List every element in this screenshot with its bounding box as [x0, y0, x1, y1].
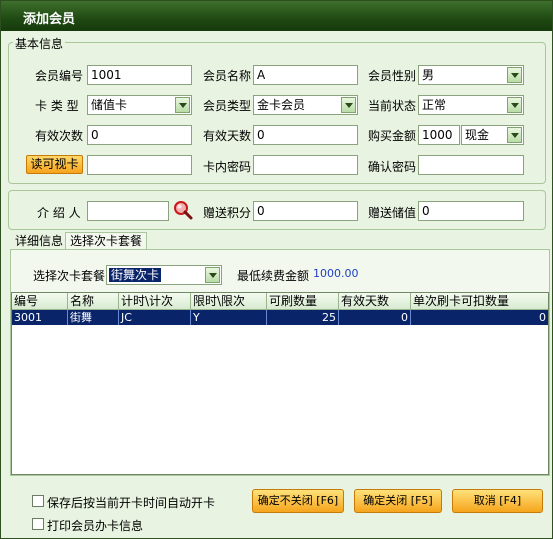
card-password-label: 卡内密码 — [203, 160, 252, 174]
col-header[interactable]: 单次刷卡可扣数量 — [411, 293, 548, 309]
valid-times-label: 有效次数 — [35, 129, 84, 143]
status-value: 正常 — [422, 98, 447, 112]
member-name-label: 会员名称 — [203, 69, 252, 83]
gift-points-input[interactable]: 0 — [253, 201, 358, 221]
purchase-amount-input[interactable]: 1000 — [418, 125, 460, 145]
package-grid[interactable]: 编号 名称 计时\计次 限时\限次 可刷数量 有效天数 单次刷卡可扣数量 300… — [11, 292, 549, 475]
status-select[interactable]: 正常 — [418, 95, 524, 115]
purchase-amount-label: 购买金额 — [368, 129, 417, 143]
col-header[interactable]: 限时\限次 — [191, 293, 267, 309]
grid-header: 编号 名称 计时\计次 限时\限次 可刷数量 有效天数 单次刷卡可扣数量 — [12, 293, 548, 310]
confirm-password-input[interactable] — [418, 155, 524, 175]
card-password-input[interactable] — [253, 155, 358, 175]
pay-method-select[interactable]: 现金 — [461, 125, 524, 145]
cell-name: 街舞 — [68, 310, 119, 325]
member-type-value: 金卡会员 — [257, 98, 306, 112]
cell-code: 3001 — [12, 310, 68, 325]
search-icon[interactable] — [173, 200, 193, 220]
card-type-value: 储值卡 — [91, 98, 128, 112]
add-member-window: 添加会员 基本信息 会员编号 1001 会员名称 A 会员性别 男 卡 类 型 … — [0, 0, 553, 539]
package-select[interactable]: 街舞次卡 — [106, 265, 222, 285]
col-header[interactable]: 名称 — [68, 293, 119, 309]
gender-value: 男 — [422, 68, 435, 82]
col-header[interactable]: 有效天数 — [339, 293, 411, 309]
card-type-label: 卡 类 型 — [35, 99, 79, 113]
gift-stored-input[interactable]: 0 — [418, 201, 524, 221]
valid-days-input[interactable]: 0 — [253, 125, 358, 145]
gift-stored-label: 赠送储值 — [368, 206, 417, 220]
referrer-label: 介 绍 人 — [37, 206, 81, 220]
member-no-label: 会员编号 — [35, 69, 84, 83]
chevron-down-icon[interactable] — [507, 97, 522, 113]
cell-limit-mode: Y — [191, 310, 267, 325]
gender-label: 会员性别 — [368, 69, 417, 83]
title-bar[interactable]: 添加会员 — [1, 1, 552, 31]
table-row[interactable]: 3001 街舞 JC Y 25 0 0 — [12, 310, 548, 325]
package-select-label: 选择次卡套餐 — [33, 269, 106, 283]
chevron-down-icon[interactable] — [507, 67, 522, 83]
pay-method-value: 现金 — [465, 128, 490, 142]
package-selected-value: 街舞次卡 — [109, 268, 162, 282]
auto-open-checkbox[interactable] — [32, 495, 44, 507]
valid-days-label: 有效天数 — [203, 129, 252, 143]
member-type-label: 会员类型 — [203, 99, 252, 113]
chevron-down-icon[interactable] — [205, 267, 220, 283]
tab-select-package[interactable]: 选择次卡套餐 — [65, 232, 148, 250]
min-renew-value: 1000.00 — [313, 267, 359, 280]
member-type-select[interactable]: 金卡会员 — [253, 95, 358, 115]
col-header[interactable]: 计时\计次 — [119, 293, 191, 309]
card-number-input[interactable] — [87, 155, 192, 175]
gift-points-label: 赠送积分 — [203, 206, 252, 220]
window-title: 添加会员 — [23, 12, 76, 27]
cell-per-swipe: 0 — [539, 311, 546, 324]
chevron-down-icon[interactable] — [507, 127, 522, 143]
chevron-down-icon[interactable] — [341, 97, 356, 113]
member-name-input[interactable]: A — [253, 65, 358, 85]
print-info-label[interactable]: 打印会员办卡信息 — [47, 517, 143, 534]
auto-open-label[interactable]: 保存后按当前开卡时间自动开卡 — [47, 494, 215, 511]
chevron-down-icon[interactable] — [175, 97, 190, 113]
confirm-close-button[interactable]: 确定关闭 [F5] — [354, 489, 442, 513]
col-header[interactable]: 编号 — [12, 293, 68, 309]
cancel-button[interactable]: 取消 [F4] — [452, 489, 543, 513]
status-label: 当前状态 — [368, 99, 417, 113]
col-header[interactable]: 可刷数量 — [267, 293, 339, 309]
read-card-button[interactable]: 读可视卡 — [26, 155, 83, 174]
gender-select[interactable]: 男 — [418, 65, 524, 85]
confirm-password-label: 确认密码 — [368, 160, 417, 174]
print-info-checkbox[interactable] — [32, 518, 44, 530]
cell-swipe-count: 25 — [267, 310, 339, 325]
min-renew-label: 最低续费金额 — [237, 269, 310, 283]
valid-times-input[interactable]: 0 — [87, 125, 192, 145]
basic-info-legend: 基本信息 — [13, 35, 66, 52]
confirm-keep-open-button[interactable]: 确定不关闭 [F6] — [252, 489, 344, 513]
cell-valid-days: 0 — [339, 310, 411, 325]
cell-timing-mode: JC — [119, 310, 191, 325]
card-type-select[interactable]: 储值卡 — [87, 95, 192, 115]
member-no-input[interactable]: 1001 — [87, 65, 192, 85]
referrer-input[interactable] — [87, 201, 169, 221]
